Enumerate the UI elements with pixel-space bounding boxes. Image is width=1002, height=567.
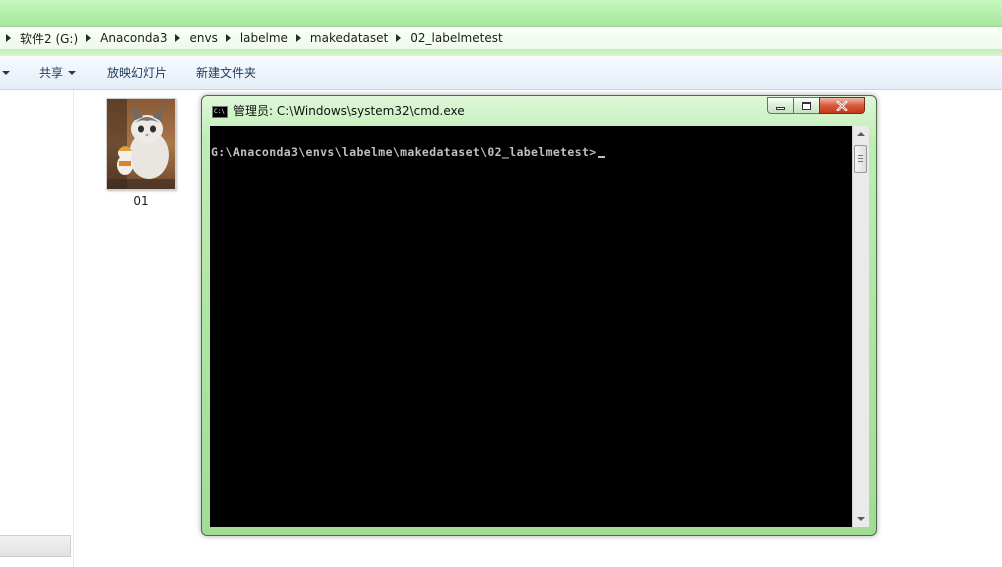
- new-folder-button[interactable]: 新建文件夹: [196, 56, 256, 89]
- breadcrumb-arrow-icon[interactable]: [396, 34, 402, 42]
- grip-line: [858, 161, 863, 162]
- close-button[interactable]: [819, 97, 865, 114]
- nav-pane-horizontal-scrollbar[interactable]: [0, 535, 71, 557]
- organize-dropdown[interactable]: [2, 56, 10, 89]
- chevron-down-icon: [68, 70, 77, 75]
- maximize-button[interactable]: [793, 97, 819, 114]
- cat-image-thumbnail-icon: [107, 99, 175, 189]
- breadcrumb-arrow-icon[interactable]: [295, 34, 301, 42]
- slideshow-label: 放映幻灯片: [107, 66, 168, 80]
- new-folder-label: 新建文件夹: [196, 66, 257, 80]
- grip-line: [858, 155, 863, 156]
- breadcrumb-arrow-icon[interactable]: [175, 34, 181, 42]
- scroll-down-arrow-icon[interactable]: [857, 517, 865, 521]
- breadcrumb-arrow-icon[interactable]: [225, 34, 231, 42]
- close-icon: [836, 100, 848, 111]
- breadcrumb-arrow-icon[interactable]: [86, 34, 92, 42]
- window-controls: [767, 97, 865, 115]
- grip-line: [858, 158, 863, 159]
- console-prompt-line: G:\Anaconda3\envs\labelme\makedataset\02…: [211, 145, 605, 159]
- breadcrumb-labelme[interactable]: labelme: [240, 31, 288, 45]
- console-vertical-scrollbar[interactable]: [852, 126, 869, 527]
- breadcrumb-current-folder[interactable]: 02_labelmetest: [410, 31, 502, 45]
- scroll-up-arrow-icon[interactable]: [857, 132, 865, 136]
- scrollbar-thumb[interactable]: [854, 145, 867, 173]
- share-button[interactable]: 共享: [39, 56, 77, 89]
- maximize-icon: [802, 101, 811, 110]
- explorer-title-strip: [0, 0, 1002, 26]
- cmd-window-title: 管理员: C:\Windows\system32\cmd.exe: [233, 104, 465, 118]
- minimize-button[interactable]: [767, 97, 793, 114]
- console-output[interactable]: G:\Anaconda3\envs\labelme\makedataset\02…: [210, 126, 852, 527]
- text-cursor: [597, 156, 605, 158]
- desktop-screen: 软件2 (G:) Anaconda3 envs labelme makedata…: [0, 0, 1002, 567]
- file-thumbnail-01[interactable]: [106, 98, 176, 190]
- address-bar[interactable]: 软件2 (G:) Anaconda3 envs labelme makedata…: [0, 26, 1002, 50]
- breadcrumb-drive[interactable]: 软件2 (G:): [20, 30, 78, 47]
- slideshow-button[interactable]: 放映幻灯片: [107, 56, 167, 89]
- breadcrumb-anaconda3[interactable]: Anaconda3: [100, 31, 167, 45]
- file-label[interactable]: 01: [106, 194, 176, 208]
- chevron-down-icon: [2, 70, 10, 75]
- breadcrumb-arrow-icon[interactable]: [6, 34, 11, 42]
- command-prompt-text: G:\Anaconda3\envs\labelme\makedataset\02…: [211, 145, 597, 159]
- breadcrumb-makedataset[interactable]: makedataset: [310, 31, 388, 45]
- breadcrumb-envs[interactable]: envs: [189, 31, 217, 45]
- cmd-window[interactable]: C:\ 管理员: C:\Windows\system32\cmd.exe G:\…: [201, 95, 877, 536]
- navigation-pane: [0, 90, 74, 567]
- minimize-icon: [776, 107, 785, 110]
- explorer-frame-separator: [0, 49, 1002, 56]
- share-label: 共享: [39, 66, 64, 80]
- explorer-toolbar: 共享 放映幻灯片 新建文件夹: [0, 56, 1002, 90]
- cmd-app-icon[interactable]: C:\: [212, 106, 228, 118]
